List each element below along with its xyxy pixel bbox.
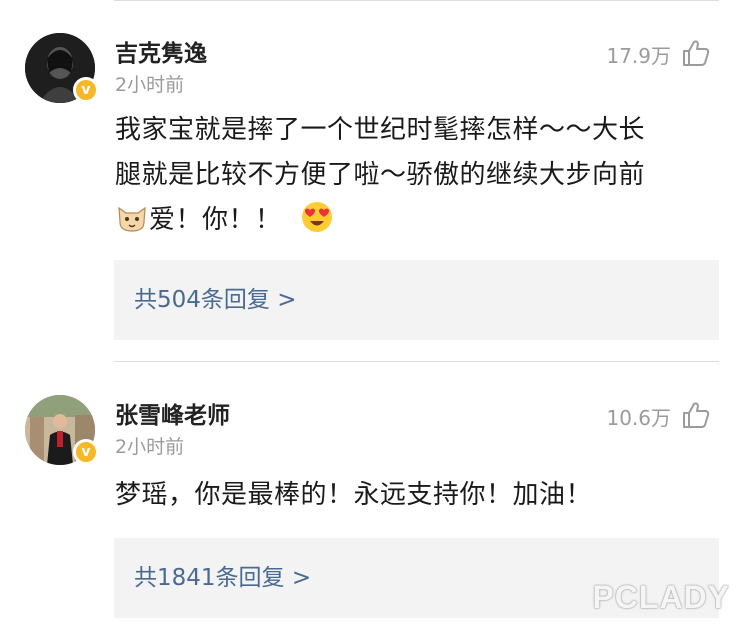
timestamp: 2小时前 [115,436,185,458]
username[interactable]: 张雪峰老师 [115,396,230,430]
comment-item: v 吉克隽逸 2小时前 17.9万 我家宝就是摔了一个世纪时髦摔怎样～～大长 腿… [0,0,744,345]
verified-badge-icon: v [73,77,99,103]
heart-eyes-emoji-icon [302,202,333,232]
view-replies-button[interactable]: 共504条回复 > [114,260,719,340]
comment-text: 我家宝就是摔了一个世纪时髦摔怎样～～大长 腿就是比较不方便了啦～骄傲的继续大步向… [115,108,725,243]
thumbs-up-icon[interactable] [681,400,711,430]
comment-text-line: 爱！你！！ [115,198,725,243]
comment-divider [114,361,719,362]
verified-badge-icon: v [73,439,99,465]
thumbs-up-icon[interactable] [681,38,711,68]
like-count[interactable]: 17.9万 [606,40,671,69]
comment-text-tail: 爱！你！！ [149,205,282,235]
watermark-logo: PCLADY [592,579,730,615]
comment-text-line: 梦瑶，你是最棒的！永远支持你！加油！ [115,480,593,510]
timestamp: 2小时前 [115,74,185,96]
comment-text: 梦瑶，你是最棒的！永远支持你！加油！ [115,473,725,518]
cat-emoji-icon [118,206,146,232]
comment-text-line: 我家宝就是摔了一个世纪时髦摔怎样～～大长 [115,115,646,145]
like-count[interactable]: 10.6万 [606,402,671,431]
comment-text-line: 腿就是比较不方便了啦～骄傲的继续大步向前 [115,160,646,190]
username[interactable]: 吉克隽逸 [115,34,207,68]
